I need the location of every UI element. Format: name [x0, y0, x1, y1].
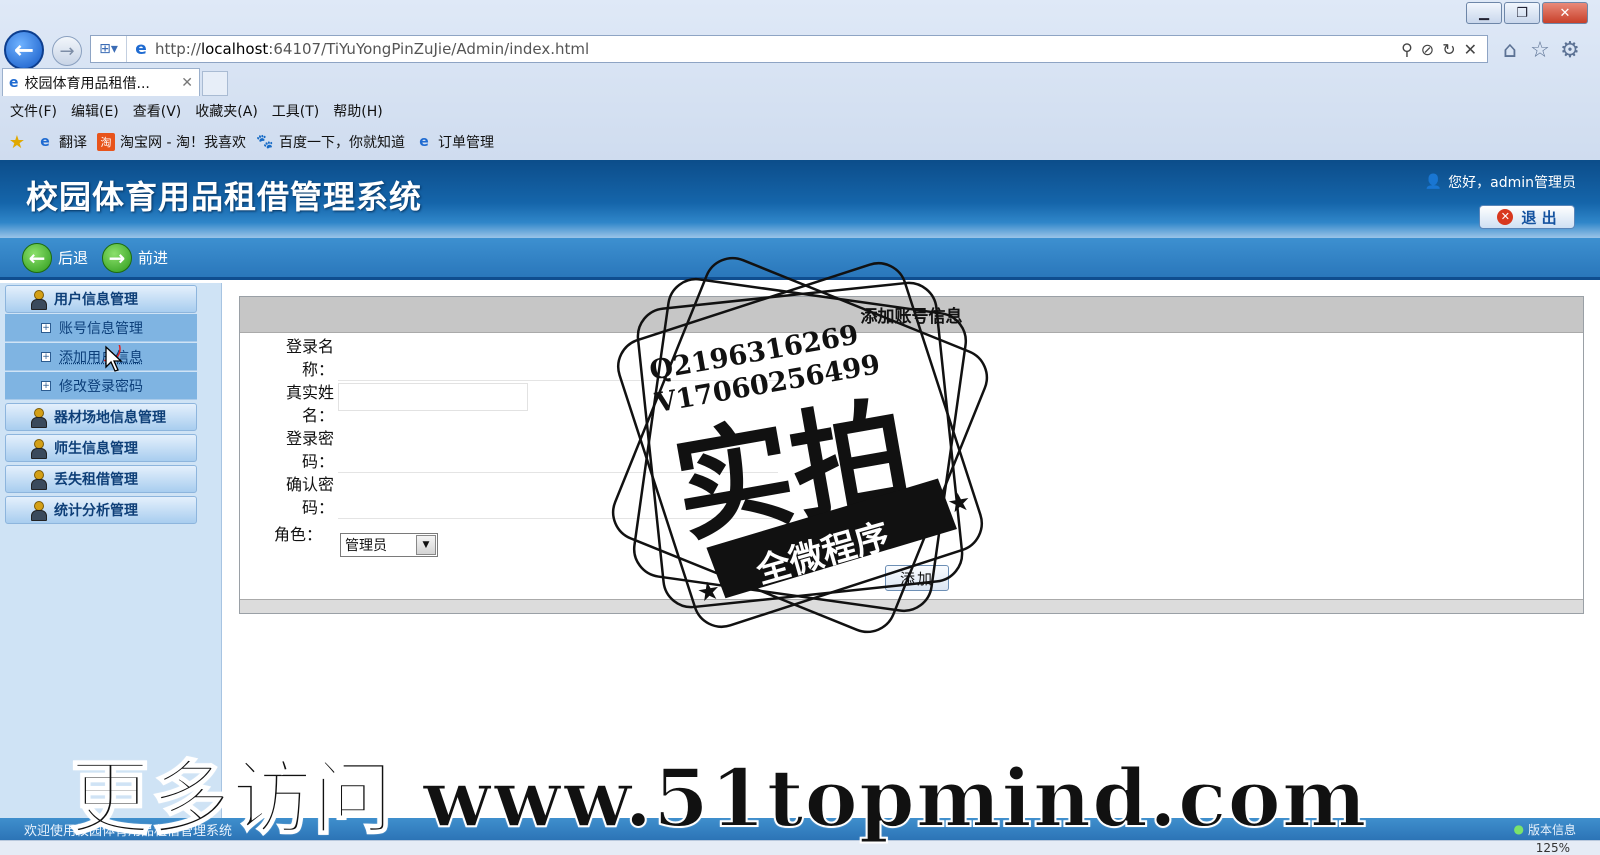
version-info-link[interactable]: ● 版本信息: [1514, 818, 1577, 840]
address-bar[interactable]: ⊞▾ e http://localhost:64107/TiYuYongPinZ…: [90, 35, 1488, 63]
taobao-icon: 淘: [97, 133, 115, 151]
system-title: 校园体育用品租借管理系统: [26, 178, 423, 216]
url-text[interactable]: http://localhost:64107/TiYuYongPinZuJie/…: [155, 40, 1401, 58]
new-tab-button[interactable]: [202, 71, 228, 96]
tab-title: 校园体育用品租借...: [24, 75, 150, 92]
user-greeting: 👤 您好，admin管理员: [1424, 174, 1576, 191]
person-icon: [30, 408, 47, 428]
fav-item-taobao[interactable]: 淘淘宝网 - 淘！我喜欢: [97, 132, 246, 152]
sidebar-group-teacher-student[interactable]: 师生信息管理: [5, 434, 197, 462]
person-icon: [30, 439, 47, 459]
menu-edit[interactable]: 编辑(E): [71, 101, 119, 121]
fav-item-orders[interactable]: e 订单管理: [415, 132, 494, 152]
expand-icon: +: [41, 322, 51, 333]
compat-view-icon[interactable]: ⊞▾: [91, 36, 127, 62]
zoom-level[interactable]: 125%: [1536, 841, 1570, 855]
browser-tab[interactable]: e 校园体育用品租借... ✕: [2, 68, 200, 96]
confirm-password-label: 确认密码：: [285, 475, 334, 517]
sidebar-group-lost-rental[interactable]: 丢失租借管理: [5, 465, 197, 493]
form-row-role: 角色：: [274, 523, 322, 546]
info-icon: ●: [1513, 822, 1524, 836]
promo-overlay-text: 更多访问 www.51topmind.com: [69, 751, 1368, 845]
fav-item-translate[interactable]: e 翻译: [36, 132, 87, 152]
menu-tools[interactable]: 工具(T): [272, 101, 319, 121]
form-row-real-name: 真实姓名：: [274, 381, 528, 427]
password-label: 登录密码：: [285, 429, 334, 471]
mouse-cursor-icon: [104, 345, 123, 372]
refresh-icon[interactable]: ↻: [1442, 40, 1455, 59]
favorites-star[interactable]: ★: [8, 131, 26, 153]
search-icon[interactable]: ⚲: [1401, 40, 1413, 59]
expand-icon: +: [41, 351, 51, 362]
browser-back-button[interactable]: ←: [4, 30, 44, 70]
real-name-input[interactable]: [338, 383, 528, 411]
star-icon: ★: [8, 131, 26, 153]
back-link[interactable]: 后退: [58, 247, 88, 268]
forward-link[interactable]: 前进: [138, 247, 168, 268]
ie-page-icon: e: [135, 39, 147, 59]
sidebar-group-statistics[interactable]: 统计分析管理: [5, 496, 197, 524]
star-icon: ★: [945, 486, 973, 520]
login-name-label: 登录名称：: [285, 337, 334, 379]
back-arrow-icon[interactable]: ←: [22, 242, 52, 273]
menu-view[interactable]: 查看(V): [133, 101, 182, 121]
browser-chrome: ▁ ❐ ✕ ← → ⊞▾ e http://localhost:64107/Ti…: [0, 0, 1600, 160]
star-icon: ★: [695, 575, 723, 609]
role-select[interactable]: 管理员 ▼: [340, 533, 438, 557]
favorites-star-icon[interactable]: ☆: [1527, 37, 1553, 63]
expand-icon: +: [41, 380, 51, 391]
chevron-down-icon: ▼: [416, 535, 436, 555]
logout-button[interactable]: ✕ 退 出: [1479, 205, 1575, 229]
menu-help[interactable]: 帮助(H): [333, 101, 382, 121]
sidebar-group-equipment[interactable]: 器材场地信息管理: [5, 403, 197, 431]
person-icon: [30, 501, 47, 521]
ie-icon: e: [40, 134, 50, 150]
tab-close-icon[interactable]: ✕: [181, 75, 193, 91]
fav-item-baidu[interactable]: 🐾 百度一下，你就知道: [256, 132, 405, 152]
window-controls: ▁ ❐ ✕: [1466, 2, 1588, 24]
browser-forward-button[interactable]: →: [52, 36, 82, 66]
app-header: 校园体育用品租借管理系统 👤 您好，admin管理员 ✕ 退 出: [0, 160, 1600, 238]
home-icon[interactable]: ⌂: [1497, 37, 1523, 63]
ie-icon: e: [419, 134, 429, 150]
person-icon: [30, 290, 47, 310]
menu-favorites[interactable]: 收藏夹(A): [195, 101, 258, 121]
gear-icon[interactable]: ⚙: [1557, 37, 1583, 63]
forward-arrow-icon[interactable]: →: [102, 242, 133, 273]
real-name-label: 真实姓名：: [285, 383, 334, 425]
close-window-icon[interactable]: ✕: [1542, 2, 1588, 24]
restore-icon[interactable]: ❐: [1504, 2, 1540, 24]
sidebar-item-account-info[interactable]: + 账号信息管理: [5, 314, 197, 342]
person-icon: [30, 470, 47, 490]
logout-x-icon: ✕: [1497, 209, 1514, 225]
sidebar-item-change-password[interactable]: + 修改登录密码: [5, 372, 197, 400]
stamp-watermark: Q2196316269 V17060256499 实拍 全微程序 ★ ★: [611, 256, 989, 634]
sidebar-item-add-user[interactable]: + 添加用户信息: [5, 343, 197, 371]
minimize-icon[interactable]: ▁: [1466, 2, 1502, 24]
role-label: 角色：: [274, 525, 323, 544]
close-icon[interactable]: ✕: [1464, 40, 1477, 59]
user-icon: 👤: [1424, 174, 1443, 190]
menu-file[interactable]: 文件(F): [10, 101, 57, 121]
favorites-bar: ★ e 翻译 淘淘宝网 - 淘！我喜欢 🐾 百度一下，你就知道 e 订单管理: [0, 127, 1600, 157]
menu-bar: 文件(F) 编辑(E) 查看(V) 收藏夹(A) 工具(T) 帮助(H): [0, 98, 1600, 124]
sidebar-group-user-info[interactable]: 用户信息管理: [5, 285, 197, 313]
baidu-paw-icon: 🐾: [256, 134, 274, 150]
ie-tab-icon: e: [9, 74, 19, 91]
stop-icon[interactable]: ⊘: [1421, 40, 1434, 59]
